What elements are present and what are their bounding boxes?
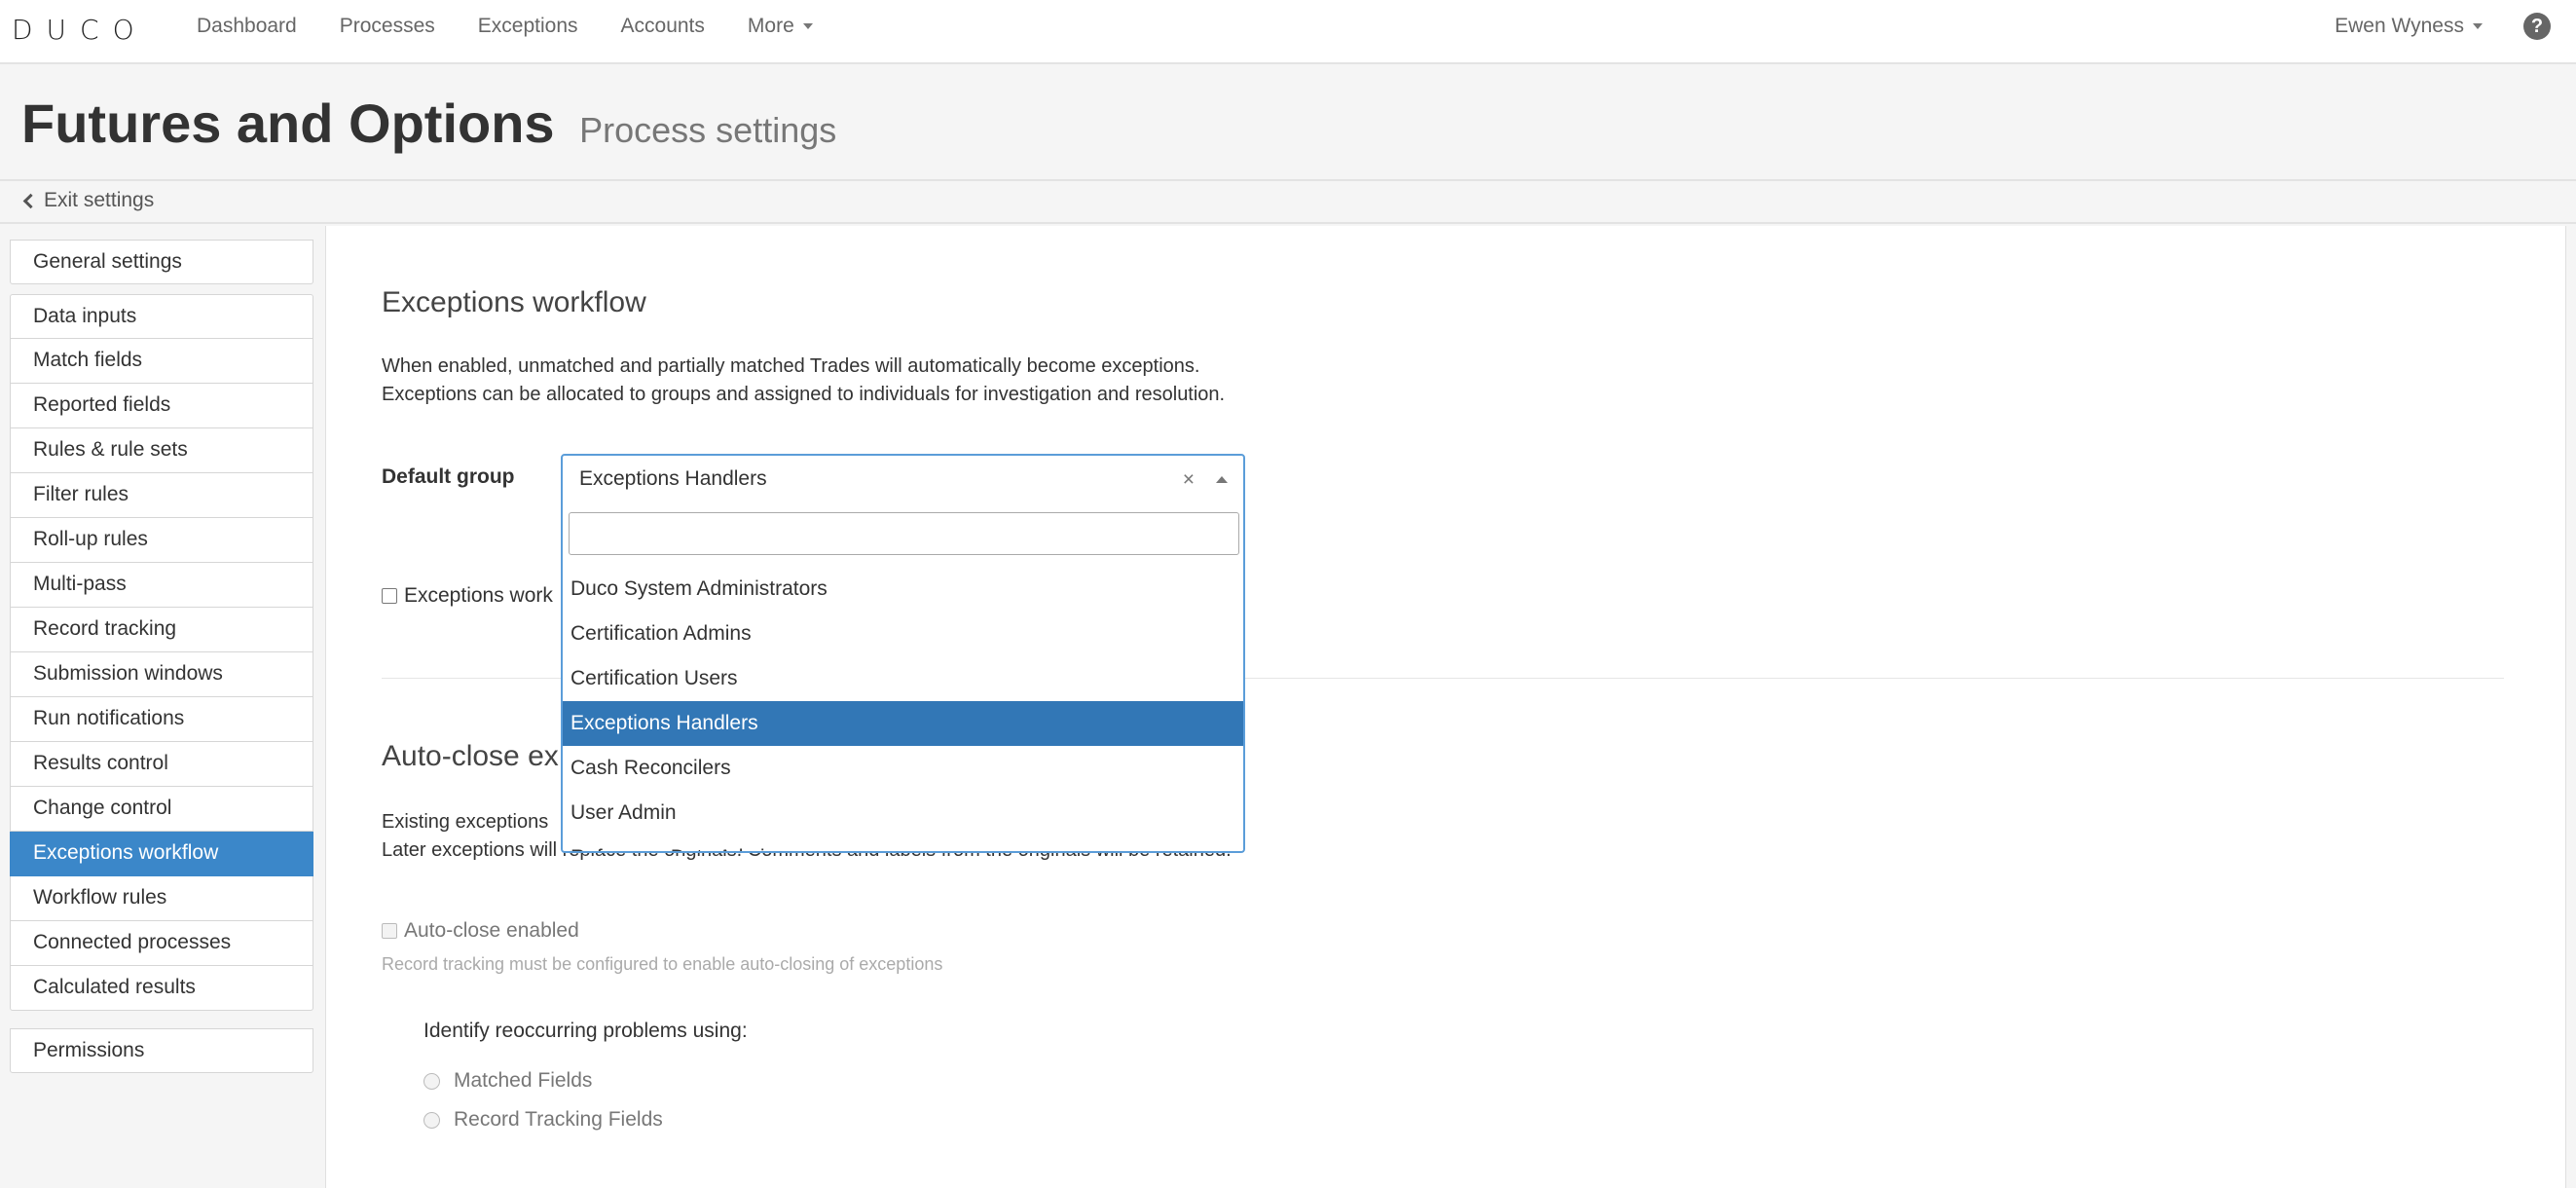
help-icon[interactable]: ? — [2523, 13, 2551, 40]
caret-down-icon — [802, 23, 813, 30]
exceptions-workflow-enabled-label: Exceptions work — [404, 584, 553, 607]
user-menu[interactable]: Ewen Wyness — [2335, 0, 2483, 53]
sidebar-item-submission-windows[interactable]: Submission windows — [10, 652, 313, 697]
sidebar-item-reported-fields[interactable]: Reported fields — [10, 384, 313, 428]
dropdown-option[interactable]: User Admin — [563, 791, 1243, 835]
sidebar-item-calculated-results[interactable]: Calculated results — [10, 966, 313, 1011]
identify-label: Identify reoccurring problems using: — [423, 1020, 748, 1042]
exceptions-workflow-enabled-checkbox[interactable] — [382, 588, 397, 604]
radio-record-tracking-row: Record Tracking Fields — [423, 1108, 663, 1132]
auto-close-title: Auto-close ex — [382, 740, 559, 772]
dropdown-search-input[interactable] — [569, 512, 1239, 555]
radio-matched-fields-label: Matched Fields — [454, 1069, 593, 1092]
sidebar-group-config: Data inputs Match fields Reported fields… — [10, 294, 313, 1011]
dropdown-option-highlighted[interactable]: Exceptions Handlers — [563, 701, 1243, 746]
default-group-label: Default group — [382, 465, 515, 488]
default-group-selected-value: Exceptions Handlers — [579, 467, 767, 490]
clear-icon[interactable]: × — [1183, 468, 1195, 492]
radio-matched-fields[interactable] — [423, 1072, 440, 1090]
auto-close-enabled-row: Auto-close enabled — [382, 919, 579, 943]
top-navbar: DUCO Dashboard Processes Exceptions Acco… — [0, 0, 2576, 64]
radio-record-tracking-label: Record Tracking Fields — [454, 1108, 663, 1131]
radio-matched-fields-row: Matched Fields — [423, 1069, 592, 1093]
page-title-text: Futures and Options — [21, 93, 555, 154]
sidebar-item-results-control[interactable]: Results control — [10, 742, 313, 787]
sidebar-item-roll-up-rules[interactable]: Roll-up rules — [10, 518, 313, 563]
page-title: Futures and Options Process settings — [21, 92, 836, 155]
caret-down-icon — [2473, 23, 2483, 29]
sidebar-item-filter-rules[interactable]: Filter rules — [10, 473, 313, 518]
sidebar-item-multi-pass[interactable]: Multi-pass — [10, 563, 313, 608]
auto-close-help-text: Record tracking must be configured to en… — [382, 954, 943, 974]
exit-settings-link[interactable]: Exit settings — [22, 189, 155, 212]
sidebar-item-data-inputs[interactable]: Data inputs — [10, 294, 313, 339]
settings-sidebar: General settings Data inputs Match field… — [0, 226, 325, 1188]
sidebar-item-connected-processes[interactable]: Connected processes — [10, 921, 313, 966]
exceptions-workflow-enabled-row: Exceptions work — [382, 584, 553, 608]
main-nav: Dashboard Processes Exceptions Accounts … — [175, 0, 834, 53]
dropdown-option[interactable]: Certification Admins — [563, 612, 1243, 656]
user-name: Ewen Wyness — [2335, 15, 2464, 37]
sidebar-group-general: General settings — [10, 240, 313, 284]
sidebar-item-exceptions-workflow[interactable]: Exceptions workflow — [10, 832, 313, 876]
sidebar-item-permissions[interactable]: Permissions — [10, 1028, 313, 1073]
sidebar-item-change-control[interactable]: Change control — [10, 787, 313, 832]
dropdown-option[interactable]: Reference Data Admin — [563, 835, 1243, 851]
sidebar-item-rules-rule-sets[interactable]: Rules & rule sets — [10, 428, 313, 473]
sidebar-item-record-tracking[interactable]: Record tracking — [10, 608, 313, 652]
nav-processes[interactable]: Processes — [318, 15, 457, 38]
sidebar-item-match-fields[interactable]: Match fields — [10, 339, 313, 384]
workflow-desc-line-2: Exceptions can be allocated to groups an… — [382, 384, 1226, 405]
chevron-left-icon — [22, 193, 39, 208]
sidebar-item-workflow-rules[interactable]: Workflow rules — [10, 876, 313, 921]
exit-settings-label: Exit settings — [44, 189, 155, 211]
default-group-dropdown: Duco System Administrators Certification… — [561, 502, 1245, 853]
caret-up-icon[interactable] — [1216, 476, 1228, 483]
auto-close-enabled-label: Auto-close enabled — [404, 919, 579, 942]
dropdown-option[interactable]: Duco System Administrators — [563, 567, 1243, 612]
exit-bar: Exit settings — [0, 181, 2576, 224]
exceptions-workflow-title: Exceptions workflow — [382, 286, 646, 318]
nav-more-label: More — [747, 15, 794, 37]
sidebar-item-run-notifications[interactable]: Run notifications — [10, 697, 313, 742]
nav-dashboard[interactable]: Dashboard — [175, 15, 318, 38]
sidebar-group-permissions: Permissions — [10, 1028, 313, 1073]
nav-accounts[interactable]: Accounts — [600, 15, 726, 38]
workflow-desc-line-1: When enabled, unmatched and partially ma… — [382, 355, 1200, 377]
radio-record-tracking-fields[interactable] — [423, 1111, 440, 1129]
page-subtitle: Process settings — [579, 110, 837, 150]
default-group-select[interactable]: Exceptions Handlers × — [561, 454, 1245, 504]
dropdown-options-list: Duco System Administrators Certification… — [563, 567, 1243, 851]
exceptions-workflow-description: When enabled, unmatched and partially ma… — [382, 353, 1225, 409]
settings-main-panel: Exceptions workflow When enabled, unmatc… — [325, 226, 2566, 1188]
dropdown-option[interactable]: Cash Reconcilers — [563, 746, 1243, 791]
dropdown-option[interactable]: Certification Users — [563, 656, 1243, 701]
auto-close-enabled-checkbox[interactable] — [382, 923, 397, 939]
page-header: Futures and Options Process settings — [0, 64, 2576, 181]
sidebar-item-general-settings[interactable]: General settings — [10, 240, 313, 284]
nav-more-dropdown[interactable]: More — [726, 15, 834, 38]
duco-logo[interactable]: DUCO — [12, 14, 148, 46]
nav-exceptions[interactable]: Exceptions — [457, 15, 600, 38]
